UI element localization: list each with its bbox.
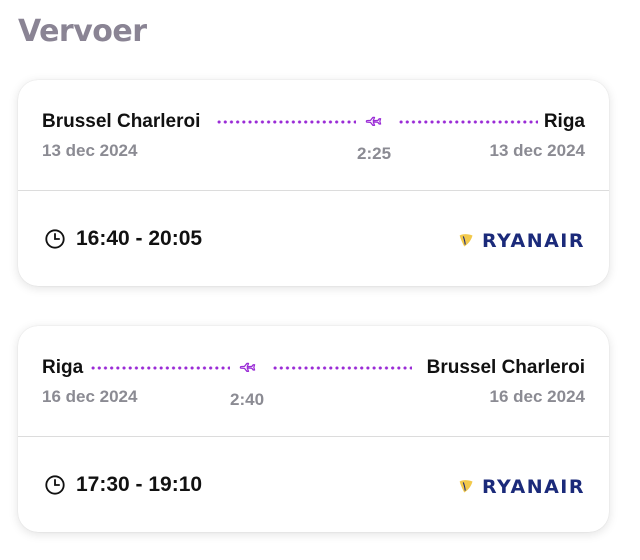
ryanair-harp-icon xyxy=(459,234,473,247)
flight-route: Brussel Charleroi Riga 13 dec 2024 2:25 … xyxy=(18,80,609,190)
airplane-icon xyxy=(239,362,256,372)
airline-name: RYANAIR xyxy=(481,476,585,498)
route-line-left xyxy=(90,366,230,370)
airline-name: RYANAIR xyxy=(481,230,585,252)
flight-route: Riga Brussel Charleroi 16 dec 2024 2:40 … xyxy=(18,326,609,436)
flight-card-outbound[interactable]: Brussel Charleroi Riga 13 dec 2024 2:25 … xyxy=(18,80,609,286)
route-line-right xyxy=(272,366,412,370)
clock-icon xyxy=(45,229,65,249)
flight-duration: 2:40 xyxy=(230,390,265,409)
arrival-date: 13 dec 2024 xyxy=(489,141,585,160)
airplane-icon xyxy=(365,116,382,126)
route-line-right xyxy=(398,120,538,124)
departure-city: Riga xyxy=(42,357,84,378)
airline-logo: RYANAIR xyxy=(456,229,585,253)
arrival-city: Riga xyxy=(543,111,585,132)
flight-time-range: 16:40 - 20:05 xyxy=(76,227,203,250)
flight-duration: 2:25 xyxy=(357,144,392,163)
arrival-date: 16 dec 2024 xyxy=(489,387,585,406)
flight-card-return[interactable]: Riga Brussel Charleroi 16 dec 2024 2:40 … xyxy=(18,326,609,532)
ryanair-harp-icon xyxy=(459,480,473,493)
flight-time-range: 17:30 - 19:10 xyxy=(76,473,203,496)
departure-date: 16 dec 2024 xyxy=(42,387,138,406)
departure-city: Brussel Charleroi xyxy=(42,111,201,132)
flight-details: 16:40 - 20:05 RYANAIR xyxy=(18,191,609,286)
page-title: Vervoer xyxy=(18,14,147,49)
airline-logo: RYANAIR xyxy=(456,475,585,499)
arrival-city: Brussel Charleroi xyxy=(426,357,585,378)
departure-date: 13 dec 2024 xyxy=(42,141,138,160)
flight-details: 17:30 - 19:10 RYANAIR xyxy=(18,437,609,532)
clock-icon xyxy=(45,475,65,495)
route-line-left xyxy=(216,120,356,124)
